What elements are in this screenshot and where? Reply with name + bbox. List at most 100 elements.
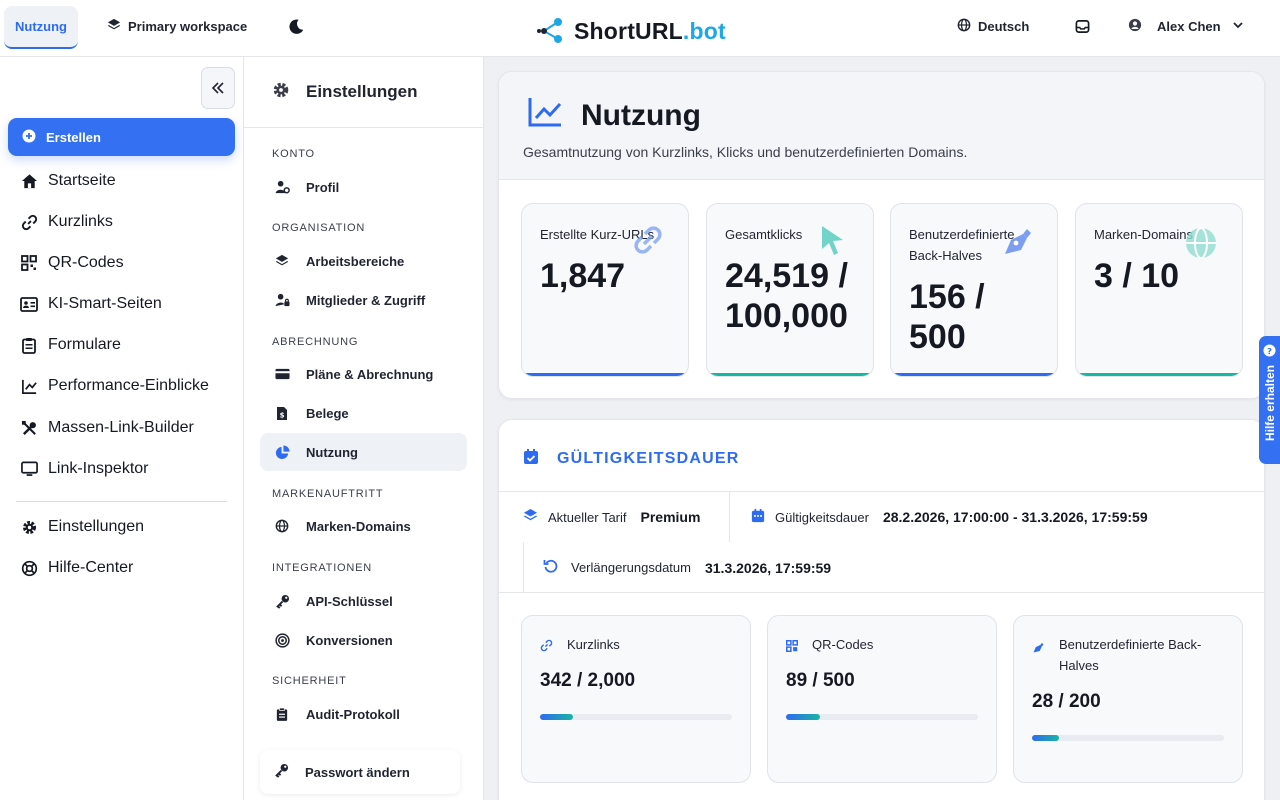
moon-icon[interactable]	[287, 18, 305, 41]
settings-item-label: Belege	[306, 405, 349, 421]
brand-logo[interactable]: ShortURL.bot	[536, 14, 726, 49]
stat-value-line1: 24,519 /	[725, 257, 848, 295]
credit-card-icon	[274, 368, 290, 380]
refresh-icon	[543, 558, 559, 577]
stat-card-back-halves: Benutzerdefinierte Back-Halves 156 / 500	[890, 203, 1058, 377]
divider	[499, 491, 1264, 492]
sidebar-item-label: Performance-Einblicke	[48, 377, 209, 394]
quota-progress-fill	[786, 714, 821, 720]
settings-item-plaene[interactable]: Pläne & Abrechnung	[260, 355, 467, 393]
change-password-button[interactable]: Passwort ändern	[260, 750, 460, 794]
settings-item-arbeitsbereiche[interactable]: Arbeitsbereiche	[260, 242, 467, 280]
stat-accent-bar	[522, 373, 688, 376]
language-label: Deutsch	[978, 19, 1030, 34]
workspace-switcher[interactable]: Primary workspace	[107, 18, 247, 35]
settings-nav: Einstellungen KONTO Profil ORGANISATION …	[244, 57, 484, 800]
sidebar-item-einstellungen[interactable]: Einstellungen	[20, 518, 144, 536]
tools-icon	[20, 419, 38, 437]
sidebar-item-qr-codes[interactable]: QR-Codes	[20, 254, 124, 272]
help-tab-label: Hilfe erhalten	[1262, 365, 1277, 442]
brand-name: ShortURL.bot	[574, 18, 726, 44]
settings-item-nutzung[interactable]: Nutzung	[260, 433, 467, 471]
globe-icon	[957, 18, 971, 35]
quota-card-back-halves: Benutzerdefinierte Back-Halves 28 / 200	[1013, 615, 1243, 783]
sidebar-item-kurzlinks[interactable]: Kurzlinks	[20, 213, 113, 231]
settings-item-label: API-Schlüssel	[306, 593, 393, 609]
quota-card-short-links: Kurzlinks 342 / 2,000	[521, 615, 751, 783]
usage-card: Nutzung Gesamtnutzung von Kurzlinks, Kli…	[498, 71, 1265, 399]
sidebar-item-label: Hilfe-Center	[48, 559, 134, 576]
plus-circle-icon	[22, 129, 36, 146]
page-title-text: Nutzung	[581, 99, 701, 132]
sidebar-item-label: Massen-Link-Builder	[48, 419, 194, 436]
gear-icon	[20, 518, 38, 536]
settings-item-api[interactable]: API-Schlüssel	[260, 582, 467, 620]
page-subtitle: Gesamtnutzung von Kurzlinks, Klicks und …	[523, 144, 968, 160]
settings-item-mitglieder[interactable]: Mitglieder & Zugriff	[260, 281, 467, 319]
sidebar-item-label: Einstellungen	[48, 518, 145, 535]
quota-header: Benutzerdefinierte Back-Halves	[1032, 634, 1232, 676]
help-tab[interactable]: ? Hilfe erhalten	[1259, 336, 1280, 464]
stat-card-total-clicks: Gesamtklicks 24,519 / 100,000	[706, 203, 874, 377]
sidebar-item-label: Startseite	[48, 172, 116, 189]
settings-item-label: Nutzung	[306, 444, 358, 460]
stat-value: 3 / 10	[1094, 257, 1180, 295]
cursor-icon	[822, 226, 843, 255]
change-password-label: Passwort ändern	[305, 764, 410, 780]
globe-icon	[274, 519, 290, 533]
stat-value-line2: 500	[909, 318, 966, 356]
sidebar: Erstellen Startseite Kurzlinks QR-Codes …	[0, 57, 244, 800]
globe-icon	[1186, 227, 1216, 259]
settings-item-label: Profil	[306, 179, 340, 195]
quota-value: 342 / 2,000	[540, 670, 636, 691]
divider	[499, 592, 1264, 593]
sidebar-item-label: KI-Smart-Seiten	[48, 295, 162, 312]
create-button[interactable]: Erstellen	[8, 118, 235, 156]
user-gear-icon	[274, 180, 290, 194]
settings-item-belege[interactable]: $ Belege	[260, 394, 467, 432]
sidebar-item-ki-smart-seiten[interactable]: KI-Smart-Seiten	[20, 295, 162, 313]
quota-label: Benutzerdefinierte Back-Halves	[1059, 637, 1202, 673]
quota-progress-track	[786, 714, 978, 720]
svg-text:$: $	[280, 411, 285, 419]
settings-item-label: Audit-Protokoll	[306, 706, 400, 722]
sidebar-item-massen-link-builder[interactable]: Massen-Link-Builder	[20, 419, 194, 437]
svg-text:?: ?	[1267, 346, 1272, 356]
stat-card-short-urls: Erstellte Kurz-URLs 1,847	[521, 203, 689, 377]
id-card-icon	[20, 295, 38, 313]
user-avatar-icon	[1128, 18, 1142, 35]
settings-item-marken-domains[interactable]: Marken-Domains	[260, 507, 467, 545]
create-label: Erstellen	[46, 129, 101, 145]
sidebar-item-startseite[interactable]: Startseite	[20, 172, 116, 190]
quota-progress-fill	[540, 714, 573, 720]
sidebar-item-label: Formulare	[48, 336, 121, 353]
settings-item-konversionen[interactable]: Konversionen	[260, 621, 467, 659]
settings-item-label: Marken-Domains	[306, 518, 411, 534]
collapse-sidebar-button[interactable]	[201, 67, 235, 109]
settings-item-label: Arbeitsbereiche	[306, 253, 405, 269]
sidebar-item-formulare[interactable]: Formulare	[20, 336, 121, 354]
validity-title: GÜLTIGKEITSDAUER	[557, 450, 740, 467]
quota-progress-track	[1032, 735, 1224, 741]
stat-accent-bar	[707, 373, 873, 376]
current-plan-label: Aktueller Tarif	[548, 509, 627, 525]
sidebar-item-label: Kurzlinks	[48, 213, 113, 230]
pie-chart-icon	[274, 444, 290, 460]
workspace-name: Primary workspace	[128, 19, 248, 34]
inbox-icon[interactable]	[1075, 19, 1090, 39]
sidebar-item-performance-einblicke[interactable]: Performance-Einblicke	[20, 377, 209, 395]
stat-value-line2: 100,000	[725, 297, 848, 335]
sidebar-item-hilfe-center[interactable]: Hilfe-Center	[20, 559, 133, 577]
chart-icon	[20, 377, 38, 395]
clipboard-icon	[20, 336, 38, 354]
language-switcher[interactable]: Deutsch	[957, 18, 1029, 35]
current-plan: Aktueller Tarif Premium	[523, 508, 700, 526]
question-circle-icon: ?	[1263, 344, 1276, 357]
user-menu[interactable]: Alex Chen	[1128, 18, 1244, 35]
link-icon	[540, 637, 553, 658]
settings-item-audit[interactable]: Audit-Protokoll	[260, 695, 467, 733]
tab-nutzung[interactable]: Nutzung	[4, 6, 78, 49]
sidebar-item-link-inspektor[interactable]: Link-Inspektor	[20, 460, 149, 478]
section-label-sicherheit: SICHERHEIT	[272, 675, 347, 687]
settings-item-profil[interactable]: Profil	[260, 168, 467, 206]
